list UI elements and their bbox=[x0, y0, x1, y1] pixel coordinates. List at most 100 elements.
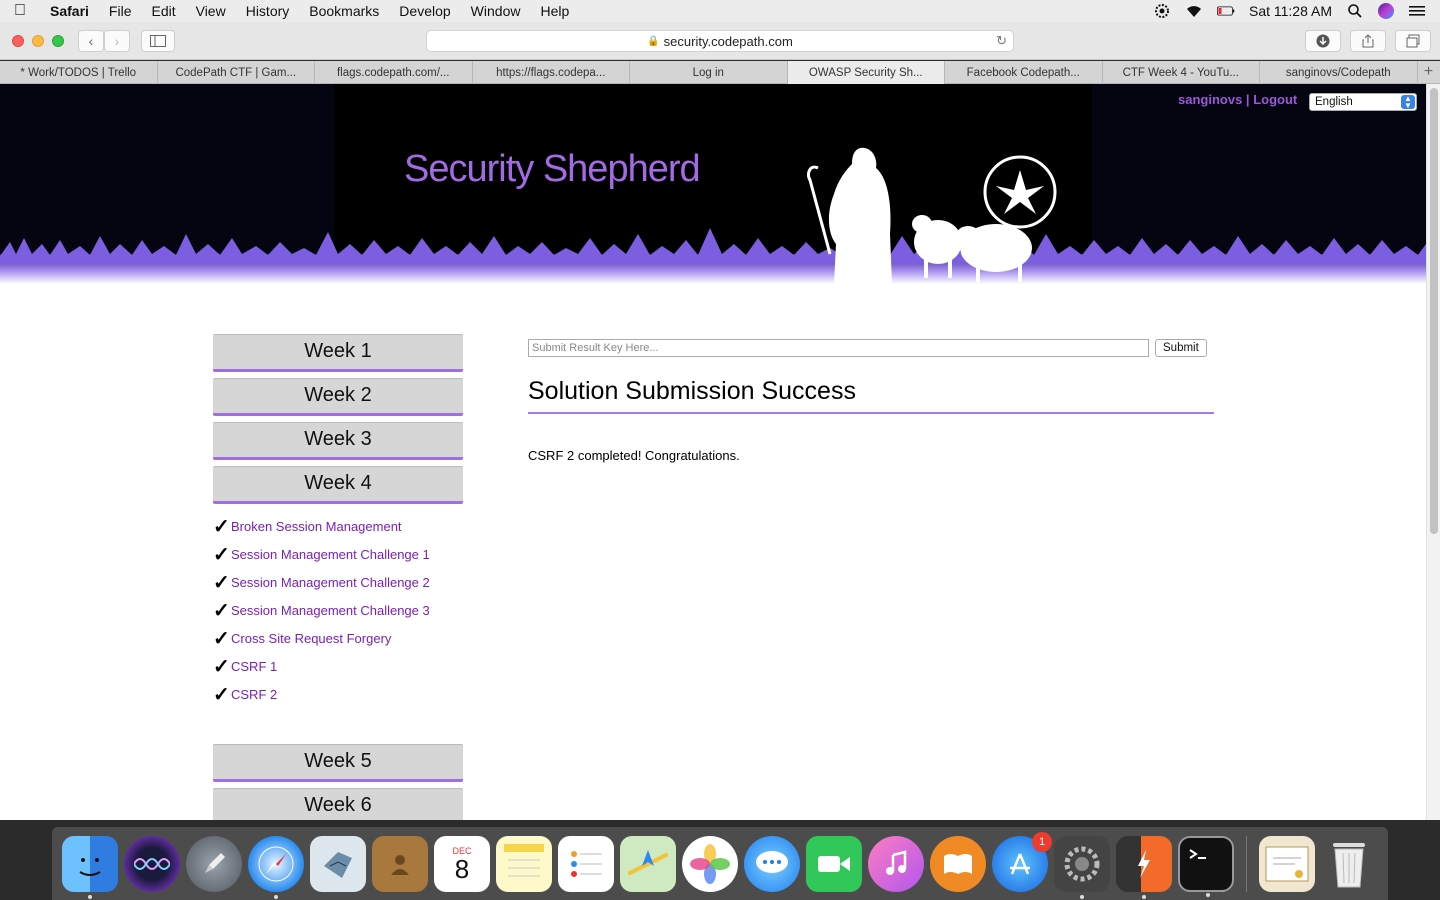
address-text: security.codepath.com bbox=[663, 33, 793, 49]
ibooks-icon[interactable] bbox=[930, 835, 986, 892]
logout-link[interactable]: Logout bbox=[1253, 92, 1297, 107]
tab-owasp-security-shepherd[interactable]: OWASP Security Sh... bbox=[787, 61, 945, 84]
safari-icon[interactable] bbox=[248, 835, 304, 899]
tab-trello[interactable]: * Work/TODOS | Trello bbox=[0, 61, 158, 84]
address-bar[interactable]: 🔒 security.codepath.com ↻ bbox=[426, 30, 1014, 52]
itunes-icon[interactable] bbox=[868, 835, 924, 892]
site-banner: Security Shepherd sanginovs | Logout Eng… bbox=[0, 84, 1426, 284]
reload-icon[interactable]: ↻ bbox=[996, 33, 1007, 49]
result-key-form: Submit bbox=[528, 339, 1214, 357]
scrollbar-thumb[interactable] bbox=[1430, 88, 1438, 534]
main-content: Submit Solution Submission Success CSRF … bbox=[528, 339, 1214, 463]
site-title[interactable]: Security Shepherd bbox=[404, 148, 701, 191]
chevron-left-icon: ‹ bbox=[88, 33, 94, 49]
back-button[interactable]: ‹ bbox=[78, 30, 104, 52]
calendar-icon[interactable]: DEC 8 bbox=[434, 835, 490, 892]
new-tab-button[interactable]: + bbox=[1418, 61, 1440, 83]
lesson-link[interactable]: Broken Session Management bbox=[231, 519, 402, 534]
siri-menu-icon[interactable] bbox=[1378, 3, 1394, 19]
chevron-right-icon: › bbox=[114, 33, 120, 49]
checkmark-icon: ✓ bbox=[213, 543, 230, 566]
username-link[interactable]: sanginovs bbox=[1178, 92, 1242, 107]
result-message: CSRF 2 completed! Congratulations. bbox=[528, 448, 740, 463]
notes-icon[interactable] bbox=[496, 835, 552, 892]
tab-flags-codepath[interactable]: flags.codepath.com/... bbox=[315, 61, 473, 84]
wifi-icon[interactable] bbox=[1185, 3, 1203, 19]
forward-button[interactable]: › bbox=[104, 30, 130, 52]
menu-app-name[interactable]: Safari bbox=[40, 3, 99, 19]
notification-center-icon[interactable] bbox=[1408, 3, 1426, 19]
checkmark-icon: ✓ bbox=[213, 627, 230, 650]
menu-history[interactable]: History bbox=[236, 3, 300, 19]
menu-develop[interactable]: Develop bbox=[389, 3, 460, 19]
result-key-input[interactable] bbox=[528, 339, 1149, 357]
downloads-button[interactable] bbox=[1305, 30, 1341, 52]
week-3-button[interactable]: Week 3 bbox=[213, 422, 463, 460]
language-value: English bbox=[1315, 96, 1353, 108]
week-6-button[interactable]: Week 6 bbox=[213, 788, 463, 820]
menu-edit[interactable]: Edit bbox=[141, 3, 185, 19]
share-icon bbox=[1362, 34, 1374, 48]
menu-bookmarks[interactable]: Bookmarks bbox=[299, 3, 389, 19]
week-5-button[interactable]: Week 5 bbox=[213, 744, 463, 782]
siri-icon[interactable] bbox=[124, 835, 180, 892]
terminal-icon[interactable] bbox=[1178, 835, 1234, 897]
tab-facebook-codepath[interactable]: Facebook Codepath... bbox=[945, 61, 1103, 84]
zoom-window-icon[interactable] bbox=[52, 35, 64, 47]
system-preferences-icon[interactable] bbox=[1054, 835, 1110, 899]
menu-window[interactable]: Window bbox=[461, 3, 531, 19]
gear-status-icon[interactable] bbox=[1153, 3, 1171, 19]
battery-icon[interactable] bbox=[1216, 3, 1235, 19]
week-4-button[interactable]: Week 4 bbox=[213, 466, 463, 504]
tab-ctf-week4-youtube[interactable]: CTF Week 4 - YouTu... bbox=[1103, 61, 1260, 84]
spotlight-search-icon[interactable] bbox=[1346, 3, 1364, 19]
module-sidebar: Week 1 Week 2 Week 3 Week 4 ✓ Broken Sess… bbox=[213, 334, 463, 820]
running-indicator bbox=[1142, 894, 1146, 899]
facetime-icon[interactable] bbox=[806, 835, 862, 892]
lesson-link[interactable]: Session Management Challenge 3 bbox=[231, 603, 430, 618]
sidebar-toggle-button[interactable] bbox=[141, 30, 175, 52]
tab-log-in[interactable]: Log in bbox=[630, 61, 788, 84]
minimize-window-icon[interactable] bbox=[32, 35, 44, 47]
mail-icon[interactable] bbox=[310, 835, 366, 892]
certificate-document-icon[interactable] bbox=[1259, 835, 1315, 892]
menu-view[interactable]: View bbox=[186, 3, 236, 19]
lesson-link[interactable]: Session Management Challenge 1 bbox=[231, 547, 430, 562]
photos-icon[interactable] bbox=[682, 835, 738, 892]
reminders-icon[interactable] bbox=[558, 835, 614, 892]
macos-menu-bar:  Safari File Edit View History Bookmark… bbox=[0, 0, 1440, 22]
maps-icon[interactable] bbox=[620, 835, 676, 892]
tab-codepath-ctf[interactable]: CodePath CTF | Gam... bbox=[158, 61, 315, 84]
tab-sanginovs-codepath[interactable]: sanginovs/Codepath bbox=[1260, 61, 1418, 84]
burp-suite-icon[interactable] bbox=[1116, 835, 1172, 899]
tab-overview-button[interactable] bbox=[1395, 30, 1431, 52]
lesson-link[interactable]: CSRF 1 bbox=[231, 659, 277, 674]
page-scrollbar[interactable] bbox=[1426, 84, 1440, 820]
select-arrows-icon: ▲ ▼ bbox=[1401, 95, 1415, 110]
menu-help[interactable]: Help bbox=[530, 3, 579, 19]
submit-button[interactable]: Submit bbox=[1155, 339, 1207, 357]
finder-icon[interactable] bbox=[62, 835, 118, 899]
tab-flags-codepath-https[interactable]: https://flags.codepa... bbox=[473, 61, 630, 84]
shepherd-sheep-silhouette bbox=[806, 147, 1057, 284]
app-store-icon[interactable]: 1 bbox=[992, 831, 1052, 892]
lesson-link[interactable]: Session Management Challenge 2 bbox=[231, 575, 430, 590]
launchpad-icon[interactable] bbox=[186, 835, 242, 892]
language-select[interactable]: English ▲ ▼ bbox=[1309, 93, 1417, 111]
lesson-link[interactable]: Cross Site Request Forgery bbox=[231, 631, 391, 646]
week-2-button[interactable]: Week 2 bbox=[213, 378, 463, 416]
apple-menu-icon[interactable]:  bbox=[0, 2, 40, 20]
contacts-icon[interactable] bbox=[372, 835, 428, 892]
messages-icon[interactable] bbox=[744, 835, 800, 892]
checkmark-icon: ✓ bbox=[213, 515, 230, 538]
result-title: Solution Submission Success bbox=[528, 377, 1214, 414]
share-button[interactable] bbox=[1350, 30, 1386, 52]
lesson-link[interactable]: CSRF 2 bbox=[231, 687, 277, 702]
plus-icon: + bbox=[1423, 63, 1434, 80]
menu-clock[interactable]: Sat 11:28 AM bbox=[1249, 3, 1332, 19]
trash-icon[interactable] bbox=[1321, 836, 1377, 892]
calendar-day: 8 bbox=[454, 853, 470, 884]
close-window-icon[interactable] bbox=[12, 35, 24, 47]
menu-file[interactable]: File bbox=[99, 3, 142, 19]
week-1-button[interactable]: Week 1 bbox=[213, 334, 463, 372]
